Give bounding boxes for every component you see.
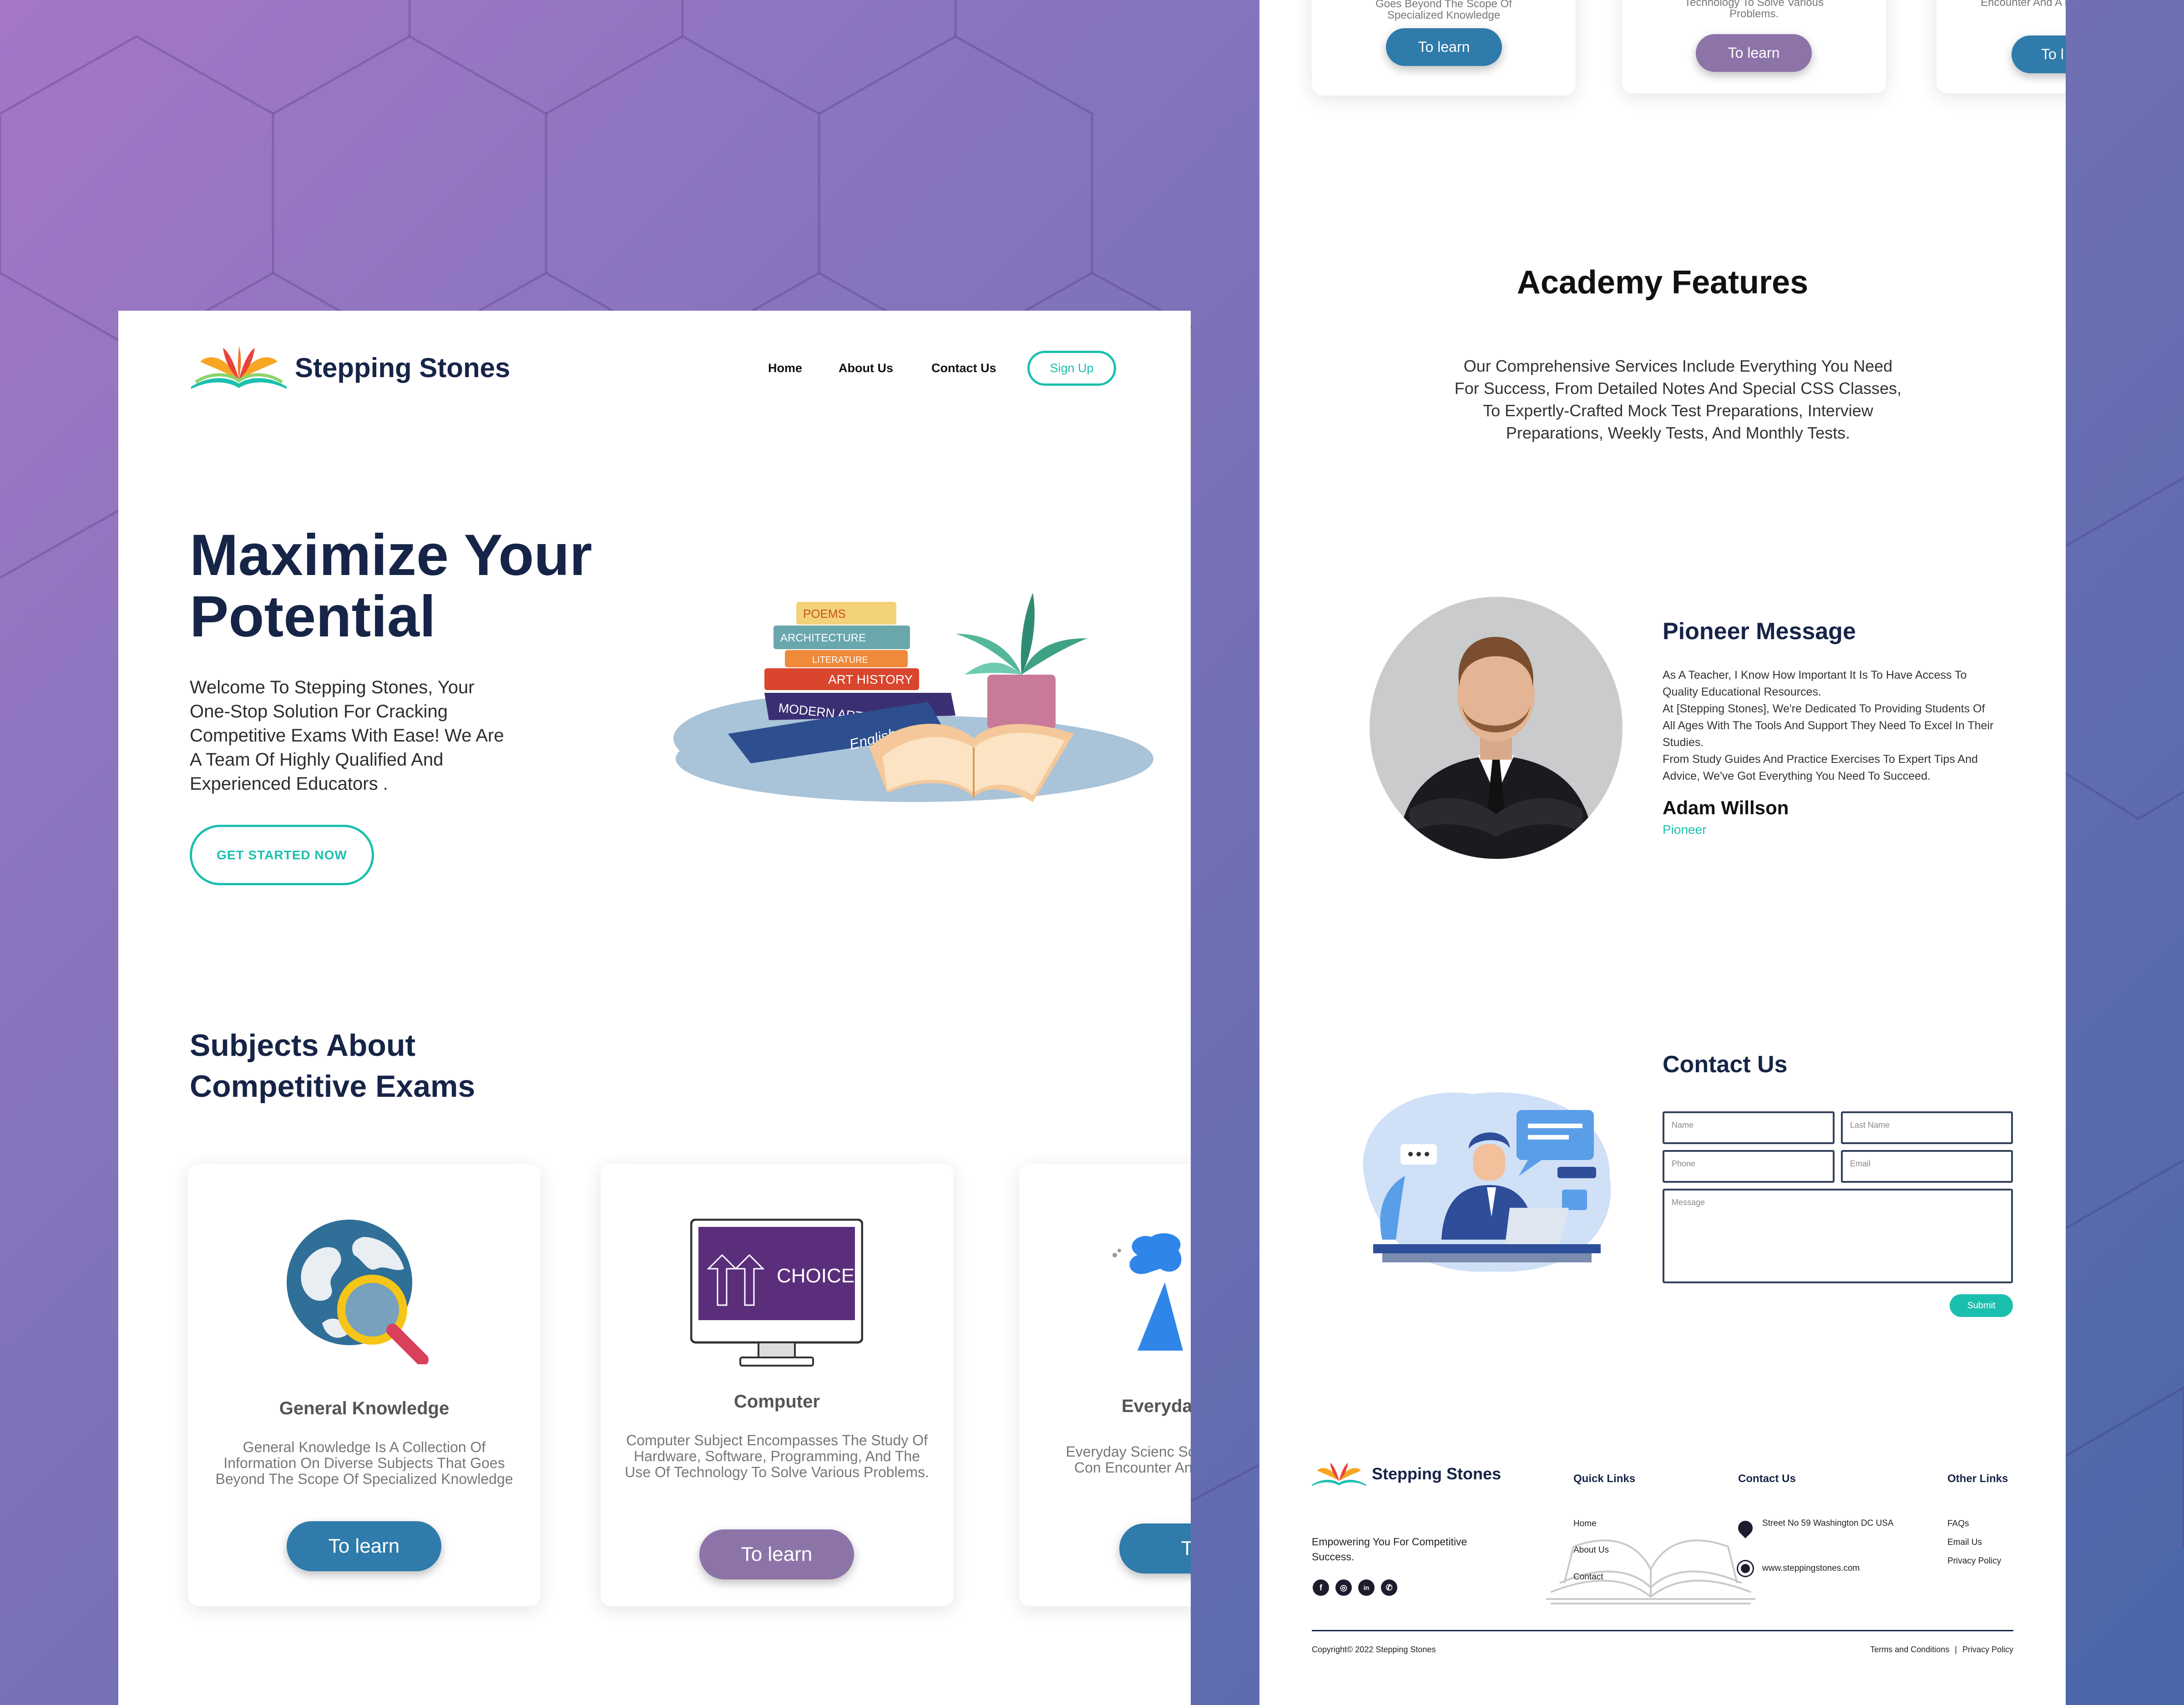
footer-address: Street No 59 Washington DC USA <box>1762 1518 1894 1528</box>
book-label-poems: POEMS <box>803 607 846 620</box>
instagram-icon[interactable]: ◎ <box>1335 1579 1352 1596</box>
subject-card-everyday-science-bottom: Encounter And A Li To l <box>1936 0 2066 93</box>
hero-title-line1: Maximize Your <box>190 523 592 588</box>
to-learn-button[interactable]: To l <box>1119 1523 1191 1574</box>
quick-link-contact[interactable]: Contact <box>1573 1572 1603 1582</box>
globe-magnifier-icon <box>287 1220 429 1364</box>
subject-card-description: Encounter And A Li <box>1981 0 2066 9</box>
subjects-title-line1: Subjects About <box>190 1028 416 1063</box>
book-logo-icon <box>191 346 287 389</box>
legal-separator: | <box>1955 1645 1957 1654</box>
brand-logo[interactable]: Stepping Stones <box>191 346 511 389</box>
other-links-title: Other Links <box>1947 1473 2008 1485</box>
subject-card-computer: CHOICE Computer Computer Subject Encompa… <box>601 1164 953 1606</box>
subject-card-description: General Knowledge Is A Collection Of Inf… <box>215 1439 513 1487</box>
home-page-preview: Stepping Stones Home About Us Contact Us… <box>118 311 1191 1705</box>
subject-card-title: Computer <box>734 1392 820 1412</box>
nav-contact-link[interactable]: Contact Us <box>931 361 996 375</box>
quick-link-about[interactable]: About Us <box>1573 1545 1609 1555</box>
to-learn-button[interactable]: To learn <box>1696 34 1812 72</box>
hero-title: Maximize Your Potential <box>190 525 690 647</box>
other-link-faqs[interactable]: FAQs <box>1947 1519 1969 1529</box>
science-flask-icon <box>1112 1233 1183 1351</box>
footer-contact-title: Contact Us <box>1738 1473 1796 1485</box>
subjects-title: Subjects About Competitive Exams <box>190 1025 599 1107</box>
to-learn-button[interactable]: To learn <box>287 1521 441 1571</box>
subject-card-description: Technology To Solve Various Problems. <box>1684 0 1824 20</box>
copyright: Copyright© 2022 Stepping Stones <box>1312 1645 1436 1654</box>
computer-screen-text: CHOICE <box>777 1265 854 1287</box>
pioneer-role: Pioneer <box>1663 822 1707 837</box>
get-started-button[interactable]: GET STARTED NOW <box>190 825 374 885</box>
privacy-link[interactable]: Privacy Policy <box>1962 1645 2013 1655</box>
hero-description: Welcome To Stepping Stones, Your One-Sto… <box>190 677 504 794</box>
legal-links: Terms and Conditions | Privacy Policy <box>1870 1645 2013 1655</box>
subject-card-description: Goes Beyond The Scope Of Specialized Kno… <box>1375 0 1512 21</box>
other-link-privacy[interactable]: Privacy Policy <box>1947 1556 2001 1566</box>
hero-title-line2: Potential <box>190 584 436 649</box>
subject-card-description: Everyday Scienc Scientific Con Encounter… <box>1066 1443 1191 1476</box>
pioneer-title: Pioneer Message <box>1663 618 1856 645</box>
pioneer-photo <box>1370 597 1623 859</box>
support-agent-illustration <box>1363 1092 1611 1272</box>
computer-monitor-icon: CHOICE <box>690 1219 863 1367</box>
quick-link-home[interactable]: Home <box>1573 1519 1597 1529</box>
phone-input[interactable]: Phone <box>1663 1150 1835 1183</box>
features-title: Academy Features <box>1517 264 1809 301</box>
subject-card-computer-bottom: Technology To Solve Various Problems. To… <box>1622 0 1886 93</box>
pioneer-message: As A Teacher, I Know How Important It Is… <box>1663 667 1999 785</box>
sign-up-button[interactable]: Sign Up <box>1027 351 1116 386</box>
pioneer-message-p1: As A Teacher, I Know How Important It Is… <box>1663 669 1967 698</box>
subject-card-title: Everyda <box>1122 1396 1191 1416</box>
to-learn-button[interactable]: To l <box>2012 35 2066 73</box>
book-logo-icon <box>1312 1463 1366 1486</box>
to-learn-button[interactable]: To learn <box>699 1529 854 1579</box>
footer-website[interactable]: www.steppingstones.com <box>1762 1564 1860 1574</box>
last-name-input[interactable]: Last Name <box>1841 1111 2013 1144</box>
subject-card-title: General Knowledge <box>279 1398 450 1418</box>
nav-about-link[interactable]: About Us <box>839 361 893 375</box>
book-label-art-history: ART HISTORY <box>828 672 913 686</box>
features-description: Our Comprehensive Services Include Every… <box>1454 357 1902 442</box>
pioneer-message-p3: From Study Guides And Practice Exercises… <box>1663 753 1978 782</box>
pioneer-name: Adam Willson <box>1663 797 1789 818</box>
nav-home-link[interactable]: Home <box>768 361 802 375</box>
linkedin-icon[interactable]: in <box>1358 1579 1375 1596</box>
about-page-preview: Goes Beyond The Scope Of Specialized Kno… <box>1259 0 2066 1705</box>
pioneer-message-p2: At [Stepping Stones], We're Dedicated To… <box>1663 702 1994 749</box>
footer-divider <box>1312 1630 2013 1631</box>
footer-brand-name: Stepping Stones <box>1372 1464 1502 1483</box>
phone-icon[interactable]: ✆ <box>1381 1579 1397 1596</box>
contact-title: Contact Us <box>1663 1051 1788 1078</box>
quick-links-title: Quick Links <box>1573 1473 1636 1485</box>
subject-card-general-knowledge: General Knowledge General Knowledge Is A… <box>188 1164 541 1606</box>
terms-link[interactable]: Terms and Conditions <box>1870 1645 1949 1655</box>
other-link-email[interactable]: Email Us <box>1947 1538 1982 1548</box>
footer-book-watermark <box>1546 1539 1755 1604</box>
brand-name: Stepping Stones <box>295 352 511 383</box>
to-learn-button[interactable]: To learn <box>1386 28 1502 66</box>
submit-button[interactable]: Submit <box>1950 1294 2013 1317</box>
subject-card-everyday-science: Everyda Everyday Scienc Scientific Con E… <box>1019 1164 1191 1606</box>
message-textarea[interactable]: Message <box>1663 1189 2013 1283</box>
subjects-title-line2: Competitive Exams <box>190 1069 475 1104</box>
book-label-literature: LITERATURE <box>812 655 868 665</box>
books-illustration: POEMS ARCHITECTURE LITERATURE ART HISTOR… <box>673 593 1153 802</box>
footer-brand[interactable]: Stepping Stones <box>1312 1460 1501 1488</box>
book-label-architecture: ARCHITECTURE <box>780 632 866 644</box>
subject-card-general-knowledge-bottom: Goes Beyond The Scope Of Specialized Kno… <box>1312 0 1576 96</box>
globe-icon <box>1738 1561 1753 1576</box>
email-input[interactable]: Email <box>1841 1150 2013 1183</box>
facebook-icon[interactable]: f <box>1313 1579 1329 1596</box>
subject-card-description: Computer Subject Encompasses The Study O… <box>625 1432 929 1480</box>
name-input[interactable]: Name <box>1663 1111 1835 1144</box>
footer-tagline: Empowering You For Competitive Success. <box>1312 1536 1467 1563</box>
